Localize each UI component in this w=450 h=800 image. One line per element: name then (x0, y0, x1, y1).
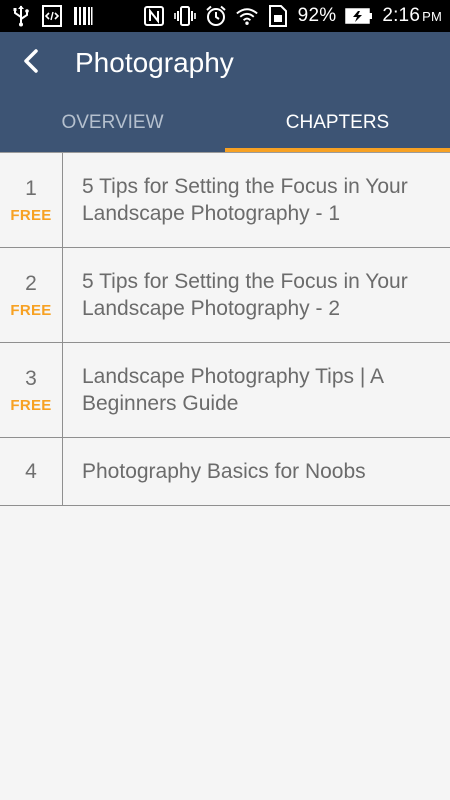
clock-time: 2:16 (382, 5, 421, 26)
tab-bar: OVERVIEW CHAPTERS (0, 94, 450, 152)
chapter-number: 2 (25, 271, 37, 295)
clock-ampm: PM (422, 9, 442, 24)
chapter-title: Landscape Photography Tips | A Beginners… (82, 365, 383, 415)
free-badge: FREE (10, 396, 52, 414)
tab-chapters-label: CHAPTERS (285, 112, 390, 133)
battery-charging-icon (345, 5, 373, 27)
free-badge: FREE (10, 206, 52, 224)
tab-overview[interactable]: OVERVIEW (0, 94, 225, 152)
chapter-number: 4 (25, 459, 37, 483)
app-bar: Photography (0, 32, 450, 94)
chapter-number-cell: 1 FREE (0, 153, 63, 247)
chapter-row-1[interactable]: 1 FREE 5 Tips for Setting the Focus in Y… (0, 153, 450, 248)
alarm-icon (205, 5, 227, 27)
back-button[interactable] (0, 32, 62, 94)
chapter-number-cell: 4 (0, 438, 63, 505)
status-bar: 92% 2:16 PM (0, 0, 450, 32)
barcode-icon (72, 5, 94, 27)
chapter-number-cell: 3 FREE (0, 343, 63, 437)
chapter-title: 5 Tips for Setting the Focus in Your Lan… (82, 270, 408, 320)
chapter-number: 3 (25, 366, 37, 390)
chapter-title: 5 Tips for Setting the Focus in Your Lan… (82, 175, 408, 225)
chapter-number-cell: 2 FREE (0, 248, 63, 342)
chapter-row-2[interactable]: 2 FREE 5 Tips for Setting the Focus in Y… (0, 248, 450, 343)
chapter-number: 1 (25, 176, 37, 200)
tab-overview-label: OVERVIEW (61, 112, 164, 133)
battery-percent: 92% (297, 5, 337, 26)
nfc-icon (143, 5, 165, 27)
wifi-icon (235, 5, 258, 27)
chapter-title: Photography Basics for Noobs (82, 460, 366, 483)
chapter-list: 1 FREE 5 Tips for Setting the Focus in Y… (0, 152, 450, 506)
free-badge: FREE (10, 301, 52, 319)
sim-icon (267, 5, 289, 27)
tab-chapters[interactable]: CHAPTERS (225, 94, 450, 152)
code-icon (41, 5, 63, 27)
clock: 2:16 PM (382, 5, 442, 27)
status-bar-right: 92% 2:16 PM (143, 5, 442, 27)
chapter-row-3[interactable]: 3 FREE Landscape Photography Tips | A Be… (0, 343, 450, 438)
vibrate-icon (173, 5, 196, 27)
back-arrow-icon (22, 48, 40, 79)
page-title: Photography (75, 47, 234, 78)
usb-icon (10, 5, 32, 27)
chapter-row-4[interactable]: 4 Photography Basics for Noobs (0, 438, 450, 506)
status-bar-left (10, 5, 94, 27)
